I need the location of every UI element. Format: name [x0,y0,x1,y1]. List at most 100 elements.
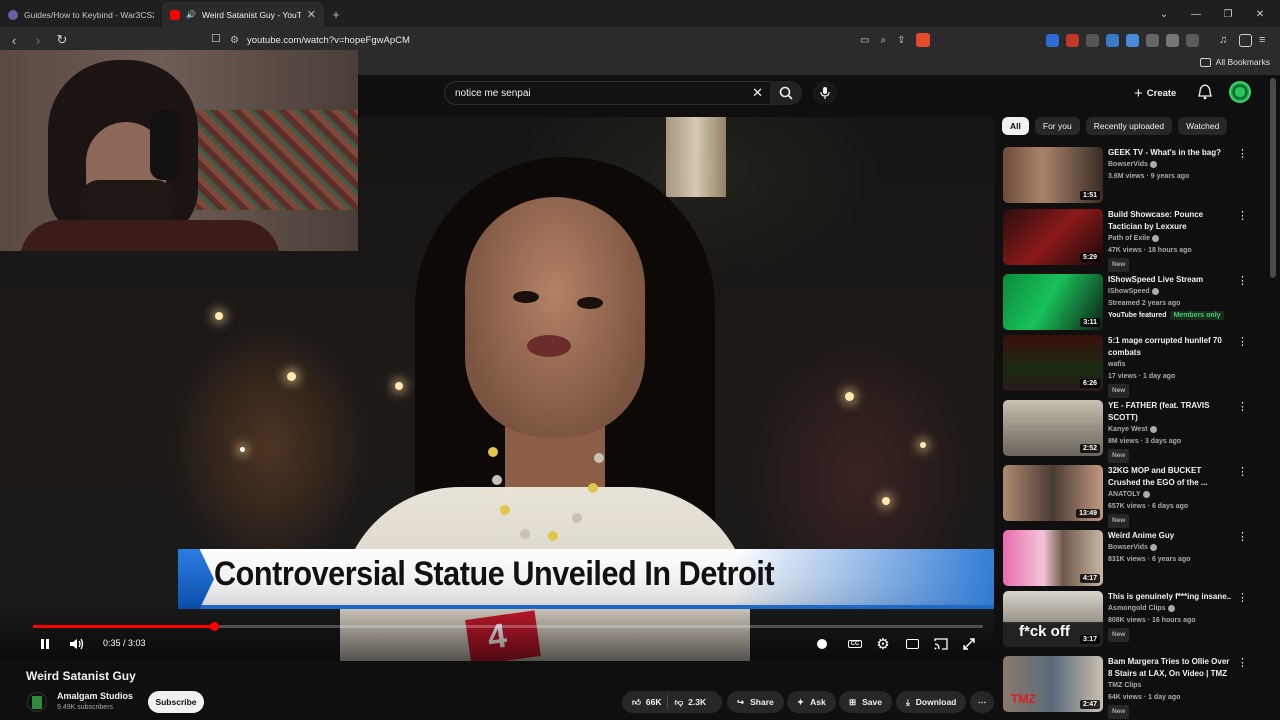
bookmark-icon[interactable]: ☐ [211,32,221,45]
channel-avatar[interactable] [27,692,47,712]
recommended-video[interactable]: 2:52 YE - FATHER (feat. TRAVIS SCOTT) Ka… [1003,400,1273,463]
menu-icon[interactable]: ≡ [1259,34,1272,47]
progress-bar[interactable] [33,622,983,631]
page-scrollbar[interactable] [1270,78,1276,278]
site-info-icon[interactable]: ⚙ [230,35,239,46]
ask-button[interactable]: ✦ Ask [787,691,836,713]
rec-title[interactable]: GEEK TV - What's in the bag? [1108,148,1221,157]
more-vertical-icon[interactable]: ⋮ [1237,274,1248,287]
more-vertical-icon[interactable]: ⋮ [1237,209,1248,222]
restore-button[interactable]: ❐ [1214,9,1242,20]
rec-channel[interactable]: Asmongold Clips [1108,605,1166,612]
brave-shield-icon[interactable] [916,33,931,47]
search-button[interactable] [770,81,802,105]
voice-search-button[interactable] [813,81,837,105]
search-input[interactable]: notice me senpai ✕ [444,81,774,105]
extension-icon[interactable] [1146,33,1159,47]
rec-channel[interactable]: IShowSpeed [1108,288,1150,295]
extension-icon[interactable] [1126,33,1139,47]
like-button[interactable]: 👍︎ 66K [632,697,661,708]
close-window-button[interactable]: ✕ [1246,9,1274,20]
more-vertical-icon[interactable]: ⋮ [1237,147,1248,160]
fullscreen-button[interactable] [959,634,979,654]
extension-icon[interactable] [1066,33,1079,47]
extension-icon[interactable] [1166,33,1179,47]
rec-title[interactable]: Bam Margera Tries to Ollie Over 8 Stairs… [1108,657,1229,678]
save-button[interactable]: ⊞ Save [839,691,892,713]
video-thumbnail[interactable]: 5:29 [1003,209,1103,265]
rec-channel[interactable]: BowserVids [1108,544,1148,551]
clear-search-icon[interactable]: ✕ [752,85,763,101]
subscribe-button[interactable]: Subscribe [148,691,204,713]
recommended-video[interactable]: 13:49 32KG MOP and BUCKET Crushed the EG… [1003,465,1273,528]
pause-button[interactable] [35,634,55,654]
minimize-button[interactable]: — [1182,9,1210,20]
rec-title[interactable]: 5:1 mage corrupted hunllef 70 combats [1108,336,1222,357]
rec-title[interactable]: 32KG MOP and BUCKET Crushed the EGO of t… [1108,466,1208,487]
chip-recently-uploaded[interactable]: Recently uploaded [1085,117,1173,135]
rec-title[interactable]: Build Showcase: Pounce Tactician by Lexx… [1108,210,1203,231]
create-button[interactable]: + Create [1134,83,1176,103]
rec-channel[interactable]: Path of Exile [1108,235,1150,242]
recommended-video[interactable]: 5:29 Build Showcase: Pounce Tactician by… [1003,209,1273,272]
more-vertical-icon[interactable]: ⋮ [1237,656,1248,669]
rec-title[interactable]: YE - FATHER (feat. TRAVIS SCOTT) [1108,401,1210,422]
video-thumbnail[interactable]: TMZ 2:47 [1003,656,1103,712]
extension-icon[interactable] [1106,33,1119,47]
video-thumbnail[interactable]: 6:26 [1003,335,1103,391]
recommended-video[interactable]: 3:11 IShowSpeed Live Stream IShowSpeed S… [1003,274,1273,332]
autoplay-toggle[interactable] [812,634,832,654]
more-vertical-icon[interactable]: ⋮ [1237,530,1248,543]
close-tab-icon[interactable]: ✕ [307,8,316,21]
miniplayer-button[interactable] [902,634,922,654]
chip-all[interactable]: All [1002,117,1029,135]
forward-button[interactable]: › [28,30,48,50]
recommended-video[interactable]: 4:17 Weird Anime Guy BowserVids 831K vie… [1003,530,1273,588]
download-button[interactable]: ⤓ Download [896,691,967,713]
sidebar-icon[interactable] [1239,33,1252,47]
tab-search-icon[interactable]: ⌄ [1150,9,1178,20]
recommended-video[interactable]: TMZ 2:47 Bam Margera Tries to Ollie Over… [1003,656,1273,719]
recommended-video[interactable]: 1:51 GEEK TV - What's in the bag? Bowser… [1003,147,1273,205]
channel-name[interactable]: Amalgam Studios [57,691,133,701]
video-thumbnail[interactable]: 2:52 [1003,400,1103,456]
video-thumbnail[interactable]: f*ck off 3:17 [1003,591,1103,647]
rec-channel[interactable]: BowserVids [1108,161,1148,168]
extension-icon[interactable] [1046,33,1059,47]
new-tab-button[interactable]: + [324,2,348,27]
rec-channel[interactable]: Kanye West [1108,426,1148,433]
notifications-button[interactable] [1198,84,1212,105]
cast-icon[interactable]: ▭ [860,35,869,46]
video-thumbnail[interactable]: 13:49 [1003,465,1103,521]
browser-tab-guides[interactable]: Guides/How to Keybind - War3CS2 V [0,2,162,27]
rec-channel[interactable]: TMZ Clips [1108,680,1233,692]
more-vertical-icon[interactable]: ⋮ [1237,591,1248,604]
more-actions-button[interactable]: ⋯ [970,691,994,713]
extension-icon[interactable] [1086,33,1099,47]
address-bar[interactable]: ⚙ youtube.com/watch?v=hopeFgwApCM [230,30,950,50]
browser-tab-youtube[interactable]: 🔊 Weird Satanist Guy - YouTube ✕ [162,2,324,27]
zoom-icon[interactable]: ⌕ [880,35,886,46]
rec-title[interactable]: Weird Anime Guy [1108,531,1174,540]
rec-title[interactable]: This is genuinely f***ing insane.. [1108,592,1231,601]
account-avatar[interactable] [1229,81,1251,103]
more-vertical-icon[interactable]: ⋮ [1237,400,1248,413]
chip-for-you[interactable]: For you [1034,117,1080,135]
back-button[interactable]: ‹ [4,30,24,50]
recommended-video[interactable]: f*ck off 3:17 This is genuinely f***ing … [1003,591,1273,649]
video-thumbnail[interactable]: 3:11 [1003,274,1103,330]
rec-channel[interactable]: wafis [1108,359,1233,371]
rec-title[interactable]: IShowSpeed Live Stream [1108,275,1203,284]
settings-button[interactable]: ⚙ [873,634,893,654]
video-thumbnail[interactable]: 4:17 [1003,530,1103,586]
volume-button[interactable] [66,634,88,654]
dislike-button[interactable]: 👎︎ 2.3K [674,697,706,708]
extension-icon[interactable] [1186,33,1199,47]
captions-button[interactable]: CC [845,634,865,654]
share-button[interactable]: ↪ Share [727,691,784,713]
share-icon[interactable]: ⇪ [897,35,905,46]
cast-button[interactable] [931,634,951,654]
video-thumbnail[interactable]: 1:51 [1003,147,1103,203]
recommended-video[interactable]: 6:26 5:1 mage corrupted hunllef 70 comba… [1003,335,1273,398]
rec-channel[interactable]: ANATOLY [1108,491,1141,498]
